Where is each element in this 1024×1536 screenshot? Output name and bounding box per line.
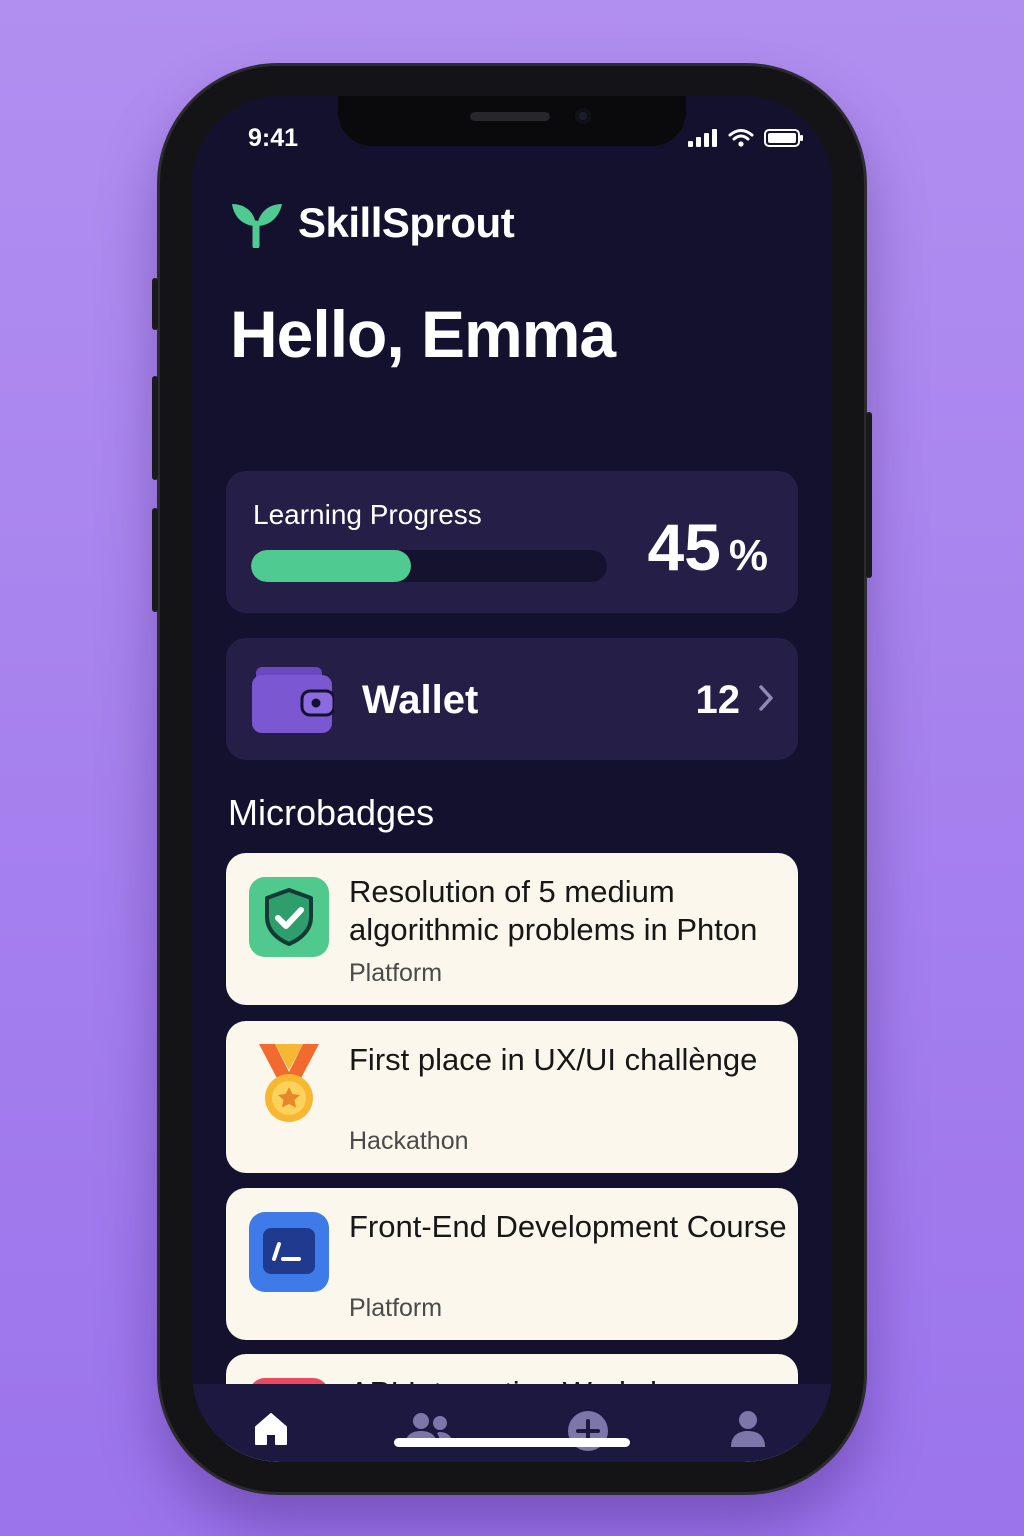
wallet-label: Wallet <box>362 678 479 722</box>
progress-value: 45 % <box>647 509 768 585</box>
status-icons <box>688 128 804 148</box>
screen: 9:41 SkillSprout Hello, Emma Learning Pr… <box>192 96 832 1462</box>
home-indicator[interactable] <box>394 1438 630 1447</box>
medal-icon <box>259 1044 319 1122</box>
app-name: SkillSprout <box>298 199 515 246</box>
microbadges-heading: Microbadges <box>228 792 435 833</box>
badge-source: Hackathon <box>349 1127 469 1155</box>
progress-percent: 45 <box>647 510 721 584</box>
front-camera <box>575 108 591 124</box>
wallet-count: 12 <box>695 678 741 722</box>
badge-title: Front-End Development Course <box>349 1209 787 1244</box>
badge-card-frontend[interactable]: Front-End Development Course Platform <box>226 1188 798 1340</box>
person-icon[interactable] <box>730 1410 766 1448</box>
learning-progress-card[interactable]: Learning Progress 45 % <box>226 471 798 613</box>
sprout-icon <box>232 204 282 248</box>
badge-card-algorithms[interactable]: Resolution of 5 medium algorithmic probl… <box>226 853 798 1005</box>
battery-icon <box>764 129 803 147</box>
badge-source: Platform <box>349 1294 443 1322</box>
wifi-icon <box>728 129 754 147</box>
tab-bar <box>192 1384 832 1462</box>
volume-up-button <box>152 376 158 480</box>
notch <box>338 96 686 146</box>
chevron-right-icon[interactable] <box>758 684 774 712</box>
shield-check-icon <box>249 877 329 957</box>
mute-switch <box>152 278 158 330</box>
progress-unit: % <box>728 531 768 580</box>
progress-title: Learning Progress <box>253 499 482 530</box>
wallet-icon <box>252 667 334 733</box>
speaker <box>470 112 550 121</box>
home-icon[interactable] <box>252 1410 290 1448</box>
power-button <box>866 412 872 578</box>
progress-bar-fill <box>251 550 412 582</box>
phone-frame: 9:41 SkillSprout Hello, Emma Learning Pr… <box>152 66 872 1492</box>
app-brand: SkillSprout <box>230 198 515 248</box>
badge-title: First place in UX/UI challènge <box>349 1042 758 1077</box>
volume-down-button <box>152 508 158 612</box>
greeting-heading: Hello, Emma <box>230 297 616 371</box>
badge-card-ux-challenge[interactable]: First place in UX/UI challènge Hackathon <box>226 1021 798 1173</box>
progress-bar <box>251 550 607 582</box>
signal-icon <box>688 129 717 147</box>
status-time: 9:41 <box>248 124 299 152</box>
wallet-card[interactable]: Wallet 12 <box>226 638 798 760</box>
badge-source: Platform <box>349 959 443 987</box>
terminal-icon <box>249 1212 329 1292</box>
badge-title: Resolution of 5 medium algorithmic probl… <box>349 874 758 947</box>
